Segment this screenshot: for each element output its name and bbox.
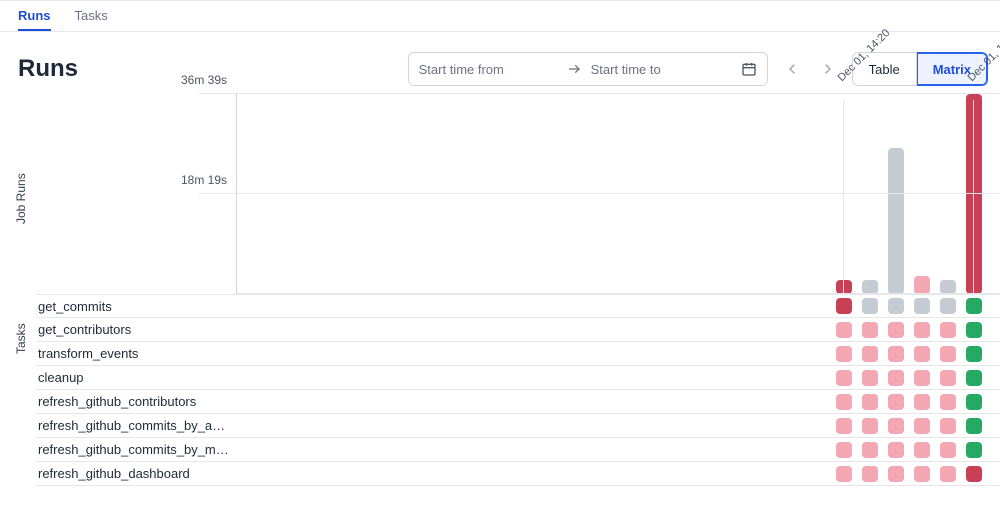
task-cell[interactable]	[862, 346, 878, 362]
task-cell[interactable]	[940, 394, 956, 410]
task-cell[interactable]	[914, 298, 930, 314]
axis-label-tasks: Tasks	[14, 323, 28, 354]
time-guideline	[973, 100, 974, 294]
task-cell[interactable]	[888, 418, 904, 434]
task-label[interactable]: transform_events	[36, 346, 236, 361]
task-cell[interactable]	[914, 346, 930, 362]
task-row: refresh_github_commits_by_m…	[36, 438, 1000, 462]
task-cell[interactable]	[862, 298, 878, 314]
tab-runs[interactable]: Runs	[18, 1, 51, 31]
task-cell[interactable]	[966, 370, 982, 386]
run-bar[interactable]	[888, 148, 904, 294]
task-cell[interactable]	[940, 298, 956, 314]
task-row: cleanup	[36, 366, 1000, 390]
task-cell[interactable]	[940, 322, 956, 338]
run-bar[interactable]	[836, 280, 852, 294]
task-cell[interactable]	[966, 442, 982, 458]
task-row: transform_events	[36, 342, 1000, 366]
view-matrix-button[interactable]: Matrix	[917, 52, 988, 86]
chart-zone: Job Runs Tasks Dec 01, 14:20Dec 01, 15:3…	[36, 94, 1000, 486]
task-cell[interactable]	[914, 466, 930, 482]
date-range-picker[interactable]: Start time from Start time to	[408, 52, 768, 86]
ytick-label: 36m 39s	[181, 73, 227, 87]
task-cell[interactable]	[914, 370, 930, 386]
task-cell[interactable]	[940, 466, 956, 482]
pagination	[784, 61, 836, 77]
task-cell[interactable]	[836, 370, 852, 386]
task-cell[interactable]	[914, 418, 930, 434]
view-table-button[interactable]: Table	[852, 52, 917, 86]
task-row: get_commits	[36, 294, 1000, 318]
task-label[interactable]: refresh_github_commits_by_m…	[36, 442, 236, 457]
task-cell[interactable]	[966, 466, 982, 482]
task-cell[interactable]	[966, 322, 982, 338]
task-cell[interactable]	[888, 466, 904, 482]
task-label[interactable]: get_commits	[36, 299, 236, 314]
task-cell[interactable]	[862, 370, 878, 386]
task-row: refresh_github_contributors	[36, 390, 1000, 414]
date-from-input[interactable]: Start time from	[419, 62, 559, 77]
task-cell[interactable]	[940, 370, 956, 386]
task-cell[interactable]	[888, 298, 904, 314]
task-cell[interactable]	[862, 322, 878, 338]
task-cell[interactable]	[888, 442, 904, 458]
axis-label-job-runs: Job Runs	[14, 173, 28, 224]
task-row: refresh_github_dashboard	[36, 462, 1000, 486]
task-cell[interactable]	[888, 322, 904, 338]
task-row: refresh_github_commits_by_a…	[36, 414, 1000, 438]
task-cell[interactable]	[940, 418, 956, 434]
task-cell[interactable]	[862, 418, 878, 434]
task-cell[interactable]	[836, 298, 852, 314]
chevron-left-icon[interactable]	[784, 61, 800, 77]
run-bar[interactable]	[862, 280, 878, 294]
task-label[interactable]: refresh_github_contributors	[36, 394, 236, 409]
task-cell[interactable]	[888, 394, 904, 410]
task-cell[interactable]	[914, 394, 930, 410]
run-bar[interactable]	[940, 280, 956, 294]
task-cell[interactable]	[836, 442, 852, 458]
task-cell[interactable]	[836, 322, 852, 338]
task-cell[interactable]	[862, 394, 878, 410]
task-label[interactable]: cleanup	[36, 370, 236, 385]
task-label[interactable]: refresh_github_commits_by_a…	[36, 418, 236, 433]
task-cell[interactable]	[940, 346, 956, 362]
task-cell[interactable]	[966, 418, 982, 434]
chevron-right-icon[interactable]	[820, 61, 836, 77]
tab-tasks[interactable]: Tasks	[75, 1, 108, 31]
task-cell[interactable]	[836, 346, 852, 362]
view-toggle: Table Matrix	[852, 52, 988, 86]
calendar-icon[interactable]	[741, 61, 757, 77]
time-guideline	[843, 100, 844, 294]
date-to-input[interactable]: Start time to	[591, 62, 733, 77]
run-bar[interactable]	[914, 276, 930, 294]
task-label[interactable]: get_contributors	[36, 322, 236, 337]
task-cell[interactable]	[888, 346, 904, 362]
task-cell[interactable]	[862, 466, 878, 482]
task-cell[interactable]	[914, 442, 930, 458]
task-cell[interactable]	[836, 394, 852, 410]
task-cell[interactable]	[914, 322, 930, 338]
tabs-bar: Runs Tasks	[0, 0, 1000, 32]
header: Runs Start time from Start time to	[0, 32, 1000, 94]
task-cell[interactable]	[888, 370, 904, 386]
arrow-right-icon	[567, 61, 583, 77]
controls: Start time from Start time to Table	[408, 52, 988, 86]
task-cell[interactable]	[966, 346, 982, 362]
task-cell[interactable]	[940, 442, 956, 458]
task-matrix: get_commits get_contributors transform_eve…	[36, 294, 1000, 486]
task-cell[interactable]	[966, 298, 982, 314]
task-cell[interactable]	[836, 466, 852, 482]
task-cell[interactable]	[836, 418, 852, 434]
task-row: get_contributors	[36, 318, 1000, 342]
task-cell[interactable]	[966, 394, 982, 410]
task-label[interactable]: refresh_github_dashboard	[36, 466, 236, 481]
ytick-label: 18m 19s	[181, 173, 227, 187]
job-runs-chart: Dec 01, 14:20Dec 01, 15:30 36m 39s18m 19…	[236, 94, 1000, 294]
task-cell[interactable]	[862, 442, 878, 458]
page-title: Runs	[18, 55, 78, 83]
